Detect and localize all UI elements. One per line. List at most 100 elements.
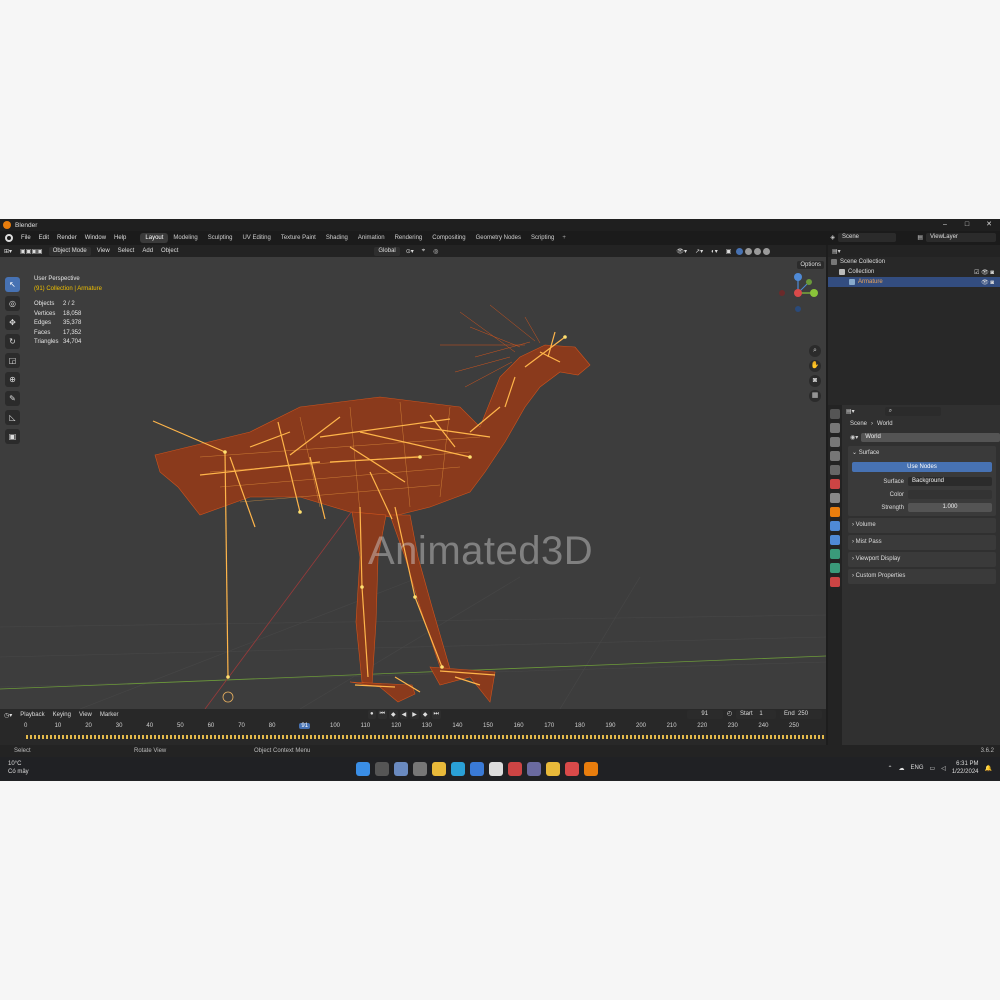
store-icon[interactable] — [489, 762, 503, 776]
world-datablock[interactable]: ◉▾ World — [844, 431, 1000, 444]
clock[interactable]: 6:31 PM 1/22/2024 — [952, 760, 979, 776]
search-icon[interactable] — [375, 762, 389, 776]
xray-icon[interactable]: ▣ — [722, 248, 736, 255]
collection-tab-icon[interactable] — [830, 493, 840, 503]
current-frame-field[interactable]: 91 — [686, 710, 723, 719]
prev-key-icon[interactable]: ◆ — [389, 710, 398, 719]
gizmo-toggle-icon[interactable]: ↗▾ — [691, 248, 707, 255]
editor-type-icon[interactable]: ⊞▾ — [0, 248, 16, 255]
view-layer-tab-icon[interactable] — [830, 451, 840, 461]
scene-tab-icon[interactable] — [830, 465, 840, 475]
record-icon[interactable]: ● — [368, 710, 376, 719]
file-explorer-icon[interactable] — [432, 762, 446, 776]
mail-icon[interactable] — [470, 762, 484, 776]
app-icon[interactable] — [527, 762, 541, 776]
pivot-icon[interactable]: ⊙▾ — [402, 248, 418, 255]
task-view-icon[interactable] — [413, 762, 427, 776]
panel-viewport-display[interactable]: › Viewport Display — [848, 552, 996, 567]
world-name-field[interactable]: World — [861, 433, 1000, 442]
proportional-edit-icon[interactable]: ◎ — [429, 248, 442, 255]
tab-uv-editing[interactable]: UV Editing — [237, 233, 275, 243]
office-icon[interactable] — [508, 762, 522, 776]
move-tool-icon[interactable]: ✥ — [5, 315, 20, 330]
world-tab-icon[interactable] — [830, 479, 840, 489]
menu-view[interactable]: View — [93, 248, 114, 254]
cloud-icon[interactable]: ☁ — [899, 765, 905, 772]
blender-taskbar-icon[interactable] — [584, 762, 598, 776]
add-cube-tool-icon[interactable]: ▣ — [5, 429, 20, 444]
tool-tab-icon[interactable] — [830, 409, 840, 419]
tab-sculpting[interactable]: Sculpting — [203, 233, 238, 243]
material-shading-icon[interactable] — [754, 247, 762, 255]
outliner-editor-icon[interactable]: ▤▾ — [832, 248, 841, 255]
properties-editor-icon[interactable]: ▤▾ — [846, 408, 855, 415]
overlays-icon[interactable]: ◐▾ — [707, 248, 722, 255]
close-icon[interactable]: ✕ — [978, 219, 1000, 231]
object-mode-dropdown[interactable]: Object Mode — [48, 246, 91, 256]
outliner-row-armature[interactable]: Armature 👁 ◙ — [828, 277, 1000, 287]
widgets-icon[interactable] — [394, 762, 408, 776]
panel-custom-properties[interactable]: › Custom Properties — [848, 569, 996, 584]
wireframe-shading-icon[interactable] — [736, 247, 744, 255]
viewlayer-name-field[interactable]: ViewLayer — [926, 233, 996, 242]
outliner-row-collection[interactable]: Collection ☑ 👁 ◙ — [828, 267, 1000, 277]
frame-ruler[interactable]: 0 10 20 30 40 50 60 70 80 91 100 110 120 130 140 150 160… — [0, 723, 826, 733]
outliner-row-scene-collection[interactable]: Scene Collection — [828, 257, 1000, 267]
navigation-gizmo[interactable] — [776, 271, 821, 316]
scene-name-field[interactable]: Scene — [838, 233, 896, 242]
tab-geometry-nodes[interactable]: Geometry Nodes — [471, 233, 526, 243]
cursor-tool-icon[interactable]: ◎ — [5, 296, 20, 311]
tab-texture-paint[interactable]: Texture Paint — [276, 233, 321, 243]
viewlayer-selector[interactable]: ▤ ViewLayer — [917, 232, 996, 243]
transform-tool-icon[interactable]: ⊕ — [5, 372, 20, 387]
constraints-tab-icon[interactable] — [830, 563, 840, 573]
object-tab-icon[interactable] — [830, 507, 840, 517]
chrome-icon[interactable] — [546, 762, 560, 776]
snap-icon[interactable]: ⌖ — [418, 248, 429, 255]
play-icon[interactable]: ▶ — [410, 710, 419, 719]
menu-edit[interactable]: Edit — [35, 235, 53, 241]
menu-marker[interactable]: Marker — [96, 712, 123, 718]
zoom-icon[interactable]: ⌕ — [809, 345, 821, 357]
options-dropdown[interactable]: Options — [797, 261, 824, 269]
edge-icon[interactable] — [451, 762, 465, 776]
tab-shading[interactable]: Shading — [321, 233, 353, 243]
tab-rendering[interactable]: Rendering — [390, 233, 428, 243]
camera-view-icon[interactable]: ◙ — [809, 375, 821, 387]
minimize-icon[interactable]: – — [934, 219, 956, 231]
menu-playback[interactable]: Playback — [16, 712, 48, 718]
network-icon[interactable]: ▭ — [930, 765, 936, 772]
jump-start-icon[interactable]: ⏮ — [377, 710, 388, 719]
tab-modeling[interactable]: Modeling — [168, 233, 202, 243]
surface-shader-field[interactable]: Background — [908, 477, 992, 486]
add-workspace-icon[interactable]: + — [559, 235, 569, 241]
rendered-shading-icon[interactable] — [763, 247, 771, 255]
play-reverse-icon[interactable]: ◀ — [399, 710, 409, 719]
color-swatch[interactable] — [908, 490, 992, 499]
tab-animation[interactable]: Animation — [353, 233, 390, 243]
menu-keying[interactable]: Keying — [49, 712, 75, 718]
volume-icon[interactable]: ◁ — [941, 765, 946, 772]
strength-field[interactable]: 1.000 — [908, 503, 992, 512]
start-frame-field[interactable]: Start 1 — [736, 710, 776, 719]
output-tab-icon[interactable] — [830, 437, 840, 447]
surface-panel-header[interactable]: ⌄ Surface — [852, 448, 992, 459]
scene-selector[interactable]: ◈ Scene — [830, 232, 896, 243]
modifier-tab-icon[interactable] — [830, 521, 840, 531]
armature-visibility-icons[interactable]: 👁 ◙ — [981, 279, 994, 286]
pan-hand-icon[interactable]: ✋ — [809, 360, 821, 372]
tab-scripting[interactable]: Scripting — [526, 233, 559, 243]
object-data-tab-icon[interactable] — [830, 549, 840, 559]
visibility-icon[interactable]: 👁▾ — [672, 248, 691, 255]
texture-tab-icon[interactable] — [830, 577, 840, 587]
menu-render[interactable]: Render — [53, 235, 81, 241]
panel-mist-pass[interactable]: › Mist Pass — [848, 535, 996, 550]
annotate-tool-icon[interactable]: ✎ — [5, 391, 20, 406]
weather-widget[interactable]: 10°C Có mây — [8, 760, 29, 776]
measure-tool-icon[interactable]: ◺ — [5, 410, 20, 425]
blender-logo-icon[interactable] — [5, 234, 13, 242]
tab-layout[interactable]: Layout — [140, 233, 169, 243]
jump-end-icon[interactable]: ⏭ — [431, 710, 441, 719]
collection-visibility-icons[interactable]: ☑ 👁 ◙ — [974, 269, 994, 276]
menu-file[interactable]: File — [17, 235, 35, 241]
